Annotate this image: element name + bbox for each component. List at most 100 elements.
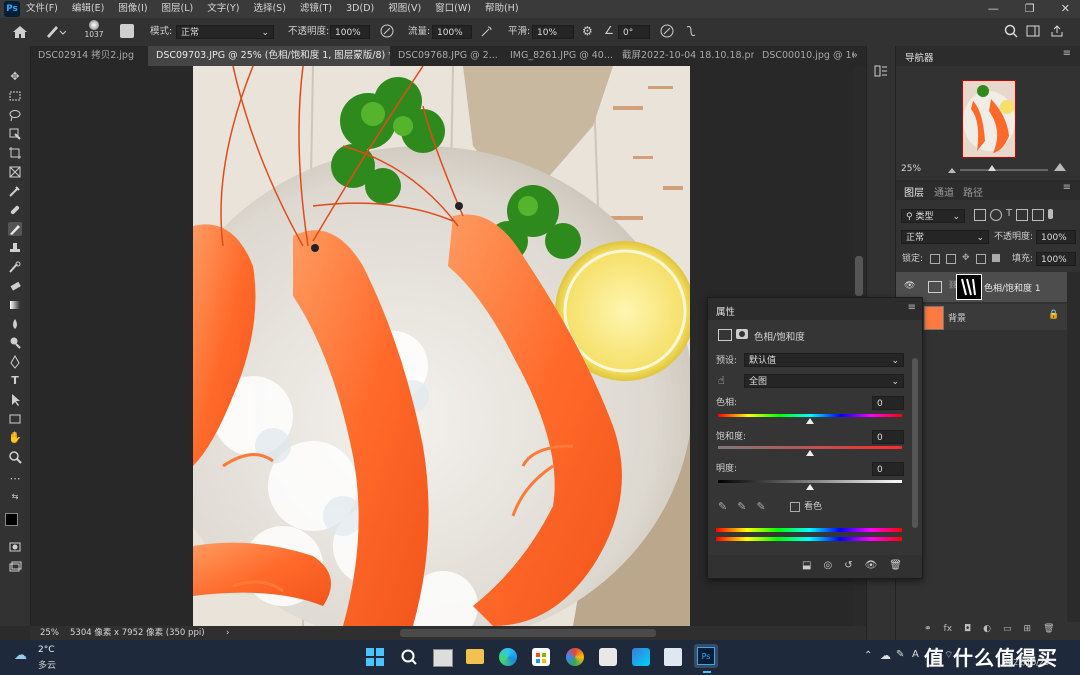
angle-input[interactable]: 0° [618, 25, 650, 39]
home-icon[interactable] [12, 25, 28, 39]
new-group-icon[interactable]: ▭ [1003, 624, 1012, 634]
smart-object-filter-icon[interactable] [1032, 209, 1045, 221]
app-icon[interactable] [599, 648, 617, 666]
hue-slider[interactable] [718, 414, 902, 424]
navigator-zoom-slider[interactable] [960, 165, 1048, 171]
clip-to-layer-icon[interactable]: ⬓ [802, 560, 811, 571]
pressure-opacity-icon[interactable] [380, 24, 394, 38]
workspace-icon[interactable] [1026, 24, 1040, 38]
eyedropper-tool-icon[interactable] [8, 184, 22, 198]
type-filter-icon[interactable]: T [1006, 209, 1012, 221]
shape-filter-icon[interactable] [1016, 209, 1029, 221]
marquee-tool-icon[interactable] [8, 89, 22, 103]
search-icon[interactable] [400, 648, 418, 666]
close-button[interactable]: ✕ [1061, 0, 1070, 18]
layer-filter-select[interactable]: ⚲ 类型 ⌄ [901, 209, 965, 223]
panel-menu-icon[interactable]: ≡ [908, 302, 916, 313]
history-panel-icon[interactable] [874, 64, 888, 78]
tab-document[interactable]: IMG_8261.JPG @ 40... [502, 46, 614, 66]
add-mask-icon[interactable]: ◘ [964, 624, 971, 634]
tab-document[interactable]: DSC00010.jpg @ 16 [754, 46, 854, 66]
dodge-tool-icon[interactable] [8, 336, 22, 350]
view-previous-icon[interactable]: ◎ [823, 560, 832, 571]
eye-visibility-icon[interactable]: 👁 [904, 281, 915, 291]
lock-artboard-icon[interactable] [975, 254, 986, 264]
zoom-out-icon[interactable] [948, 165, 956, 173]
type-tool-icon[interactable]: T [8, 374, 22, 388]
swap-colors-icon[interactable]: ⇆ [8, 490, 22, 504]
share-icon[interactable] [1050, 24, 1064, 38]
task-view-icon[interactable] [433, 649, 453, 667]
lightness-slider-thumb[interactable] [806, 484, 814, 490]
store-icon[interactable] [532, 648, 550, 666]
foreground-color-swatch[interactable] [5, 513, 18, 526]
menu-edit[interactable]: 编辑(E) [72, 0, 104, 18]
lock-transparent-icon[interactable] [930, 254, 940, 264]
eyedropper-plus-icon[interactable]: ✎ [737, 500, 746, 513]
menu-window[interactable]: 窗口(W) [435, 0, 471, 18]
maximize-button[interactable]: ❐ [1025, 0, 1035, 18]
rectangle-tool-icon[interactable] [8, 412, 22, 426]
search-icon[interactable] [1004, 24, 1018, 38]
pressure-size-icon[interactable] [660, 24, 674, 38]
lock-pixels-icon[interactable] [946, 254, 956, 264]
healing-brush-tool-icon[interactable] [8, 203, 22, 217]
brush-size-picker[interactable]: 1037 [84, 20, 104, 44]
onedrive-icon[interactable]: ☁ [880, 649, 891, 662]
eyedropper-minus-icon[interactable]: ✎ [756, 500, 765, 513]
layer-name[interactable]: 色相/饱和度 1 [984, 281, 1041, 294]
status-menu-arrow[interactable]: › [226, 626, 229, 640]
blend-mode-select[interactable]: 正常 ⌄ [901, 230, 989, 244]
object-select-tool-icon[interactable] [8, 127, 22, 141]
chevron-up-icon[interactable]: ⌃ [864, 650, 872, 661]
trash-icon[interactable]: 🗑 [889, 560, 902, 571]
horizontal-scrollbar[interactable] [400, 629, 656, 637]
chrome-icon[interactable] [566, 648, 584, 666]
more-tools-icon[interactable]: ⋯ [8, 472, 22, 486]
saturation-input[interactable]: 0 [872, 430, 904, 444]
adjustment-filter-icon[interactable] [990, 209, 1002, 221]
eyedropper-icon[interactable]: ✎ [718, 500, 727, 513]
zoom-level[interactable]: 25% [40, 626, 59, 640]
app-icon[interactable] [632, 648, 650, 666]
brush-settings-icon[interactable] [120, 24, 134, 38]
menu-layer[interactable]: 图层(L) [162, 0, 194, 18]
menu-help[interactable]: 帮助(H) [485, 0, 519, 18]
gear-icon[interactable]: ⚙ [582, 24, 596, 38]
eye-visibility-icon[interactable]: 👁 [865, 560, 878, 571]
colorize-checkbox[interactable] [790, 502, 800, 512]
link-layers-icon[interactable]: ⚭ [924, 624, 932, 634]
navigator-thumbnail[interactable] [962, 80, 1016, 158]
tab-channels[interactable]: 通道 [934, 184, 954, 199]
weather-icon[interactable]: ☁ [14, 648, 27, 663]
language-icon[interactable]: A [912, 649, 919, 660]
hue-slider-thumb[interactable] [806, 418, 814, 424]
panel-menu-icon[interactable]: ≡ [1063, 48, 1071, 59]
fx-icon[interactable]: fx [944, 624, 953, 634]
tab-paths[interactable]: 路径 [963, 184, 983, 199]
reset-icon[interactable]: ↺ [844, 560, 852, 571]
file-explorer-icon[interactable] [466, 649, 484, 664]
hand-adjust-icon[interactable]: ☝ [718, 374, 725, 387]
edge-browser-icon[interactable] [499, 648, 517, 666]
tabs-overflow-button[interactable]: » [848, 46, 866, 66]
blur-tool-icon[interactable] [8, 317, 22, 331]
filter-toggle-icon[interactable] [1048, 209, 1054, 219]
airbrush-icon[interactable] [480, 24, 494, 38]
lightness-input[interactable]: 0 [872, 462, 904, 476]
opacity-input[interactable]: 100% [330, 25, 370, 39]
lasso-tool-icon[interactable] [8, 108, 22, 122]
pixel-filter-icon[interactable] [974, 209, 986, 221]
brush-preset-icon[interactable] [44, 23, 67, 39]
tab-layers[interactable]: 图层 [904, 184, 924, 199]
minimize-button[interactable]: — [988, 0, 999, 18]
properties-scrollbar[interactable] [912, 358, 918, 528]
new-layer-icon[interactable]: ⊞ [1024, 624, 1032, 634]
layer-name[interactable]: 背景 [948, 311, 966, 324]
navigator-zoom-value[interactable]: 25% [901, 164, 921, 174]
menu-type[interactable]: 文字(Y) [207, 0, 239, 18]
menu-file[interactable]: 文件(F) [26, 0, 58, 18]
menu-image[interactable]: 图像(I) [118, 0, 147, 18]
tab-document[interactable]: 截屏2022-10-04 18.10.18.png [614, 46, 754, 66]
zoom-tool-icon[interactable] [8, 450, 22, 464]
